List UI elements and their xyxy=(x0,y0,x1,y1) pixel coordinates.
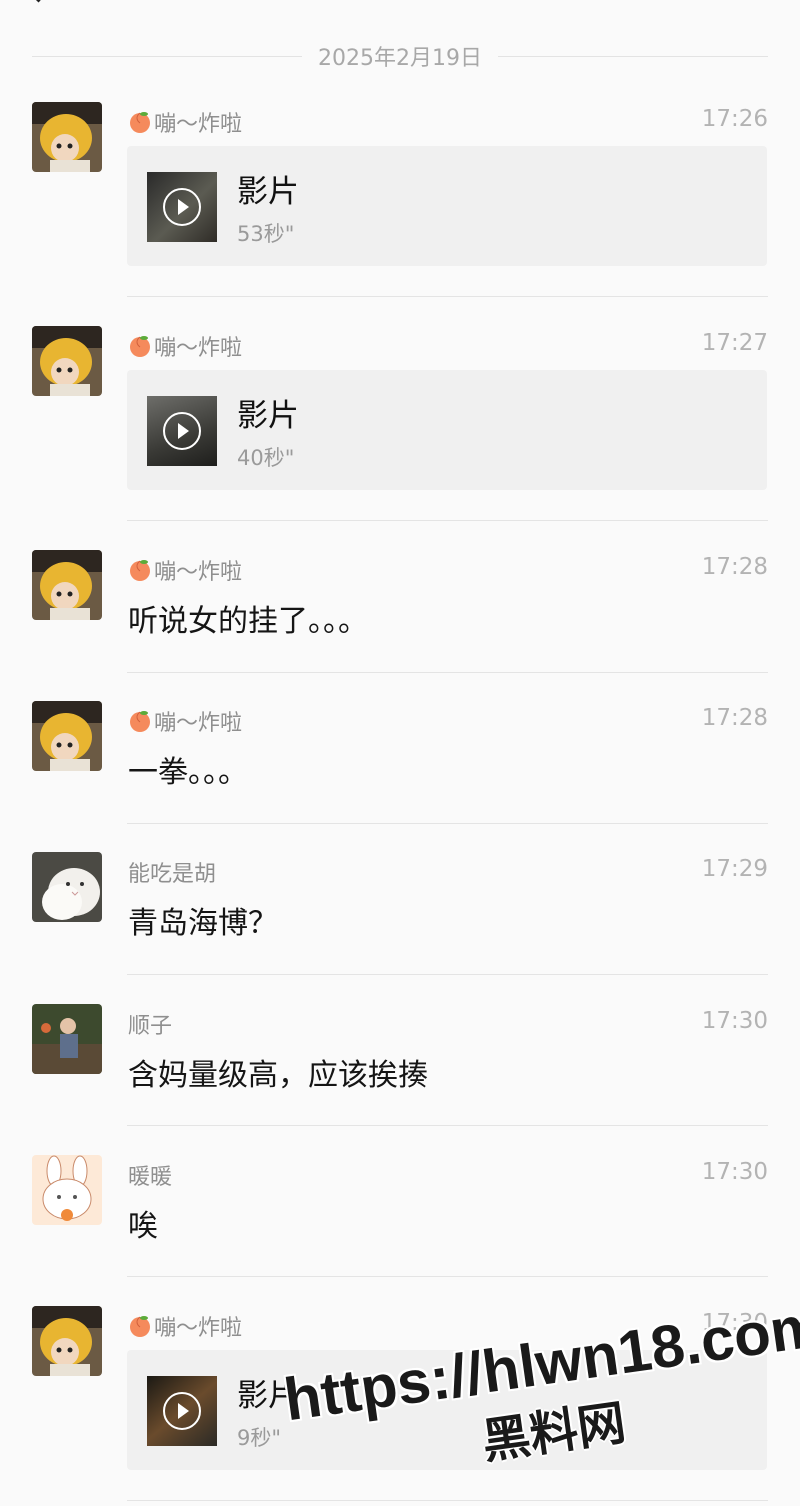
message-divider xyxy=(127,823,768,824)
play-icon[interactable] xyxy=(163,1392,201,1430)
sender-label: 嘣～炸啦 xyxy=(154,112,243,137)
message-time: 17:29 xyxy=(701,856,768,882)
message-divider xyxy=(127,672,768,673)
message-text: 听说女的挂了。。。 xyxy=(128,604,368,639)
video-thumbnail[interactable] xyxy=(147,1376,217,1446)
sender-label: 嘣～炸啦 xyxy=(154,711,243,736)
peach-emoji-icon xyxy=(130,560,150,581)
divider-line xyxy=(32,55,303,57)
message-divider xyxy=(127,974,768,975)
sender-name: 嘣～炸啦 xyxy=(128,1310,242,1342)
video-title: 影片 xyxy=(237,398,299,434)
sender-name: 嘣～炸啦 xyxy=(128,554,242,586)
avatar[interactable] xyxy=(32,326,102,396)
message-time: 17:26 xyxy=(701,106,768,132)
peach-emoji-icon xyxy=(130,336,150,357)
message-divider xyxy=(127,1276,768,1277)
date-label: 2025年2月19日 xyxy=(318,46,482,71)
video-duration: 53秒" xyxy=(237,222,295,246)
avatar[interactable] xyxy=(32,852,102,922)
peach-emoji-icon xyxy=(130,711,150,732)
avatar[interactable] xyxy=(32,1155,102,1225)
message-divider xyxy=(127,1125,768,1126)
video-title: 影片 xyxy=(237,174,299,210)
message-time: 17:28 xyxy=(701,705,768,731)
sender-label: 顺子 xyxy=(128,1014,173,1039)
sender-label: 嘣～炸啦 xyxy=(154,336,243,361)
message-divider xyxy=(127,520,768,521)
message-divider xyxy=(127,296,768,297)
message-time: 17:28 xyxy=(701,554,768,580)
peach-emoji-icon xyxy=(130,1316,150,1337)
peach-emoji-icon xyxy=(130,112,150,133)
watermark: https://hlwn18.com 黑料网 xyxy=(280,1291,800,1504)
message-divider xyxy=(127,1500,768,1501)
back-icon[interactable] xyxy=(26,0,51,3)
sender-name: 嘣～炸啦 xyxy=(128,330,242,362)
avatar[interactable] xyxy=(32,102,102,172)
divider-line xyxy=(498,55,769,57)
sender-label: 嘣～炸啦 xyxy=(154,1316,243,1341)
avatar[interactable] xyxy=(32,1004,102,1074)
date-separator: 2025年2月19日 xyxy=(32,40,769,72)
avatar[interactable] xyxy=(32,701,102,771)
sender-label: 能吃是胡 xyxy=(128,862,217,887)
play-icon[interactable] xyxy=(163,412,201,450)
message-text: 唉 xyxy=(128,1209,158,1244)
sender-name: 嘣～炸啦 xyxy=(128,106,242,138)
avatar[interactable] xyxy=(32,550,102,620)
video-thumbnail[interactable] xyxy=(147,172,217,242)
message-time: 17:27 xyxy=(701,330,768,356)
video-card[interactable]: 影片 53秒" xyxy=(127,146,767,266)
play-icon[interactable] xyxy=(163,188,201,226)
sender-label: 嘣～炸啦 xyxy=(154,560,243,585)
sender-name: 暖暖 xyxy=(128,1159,172,1191)
message-time: 17:30 xyxy=(701,1008,768,1034)
message-time: 17:30 xyxy=(701,1159,768,1185)
sender-label: 暖暖 xyxy=(128,1165,173,1190)
sender-name: 能吃是胡 xyxy=(128,856,216,888)
video-thumbnail[interactable] xyxy=(147,396,217,466)
video-duration: 40秒" xyxy=(237,446,295,470)
video-card[interactable]: 影片 40秒" xyxy=(127,370,767,490)
video-duration: 9秒" xyxy=(237,1426,282,1450)
sender-name: 嘣～炸啦 xyxy=(128,705,242,737)
avatar[interactable] xyxy=(32,1306,102,1376)
message-text: 含妈量级高，应该挨揍 xyxy=(128,1058,428,1093)
sender-name: 顺子 xyxy=(128,1008,172,1040)
message-text: 一拳。。。 xyxy=(128,755,248,790)
message-text: 青岛海博？ xyxy=(128,906,278,941)
